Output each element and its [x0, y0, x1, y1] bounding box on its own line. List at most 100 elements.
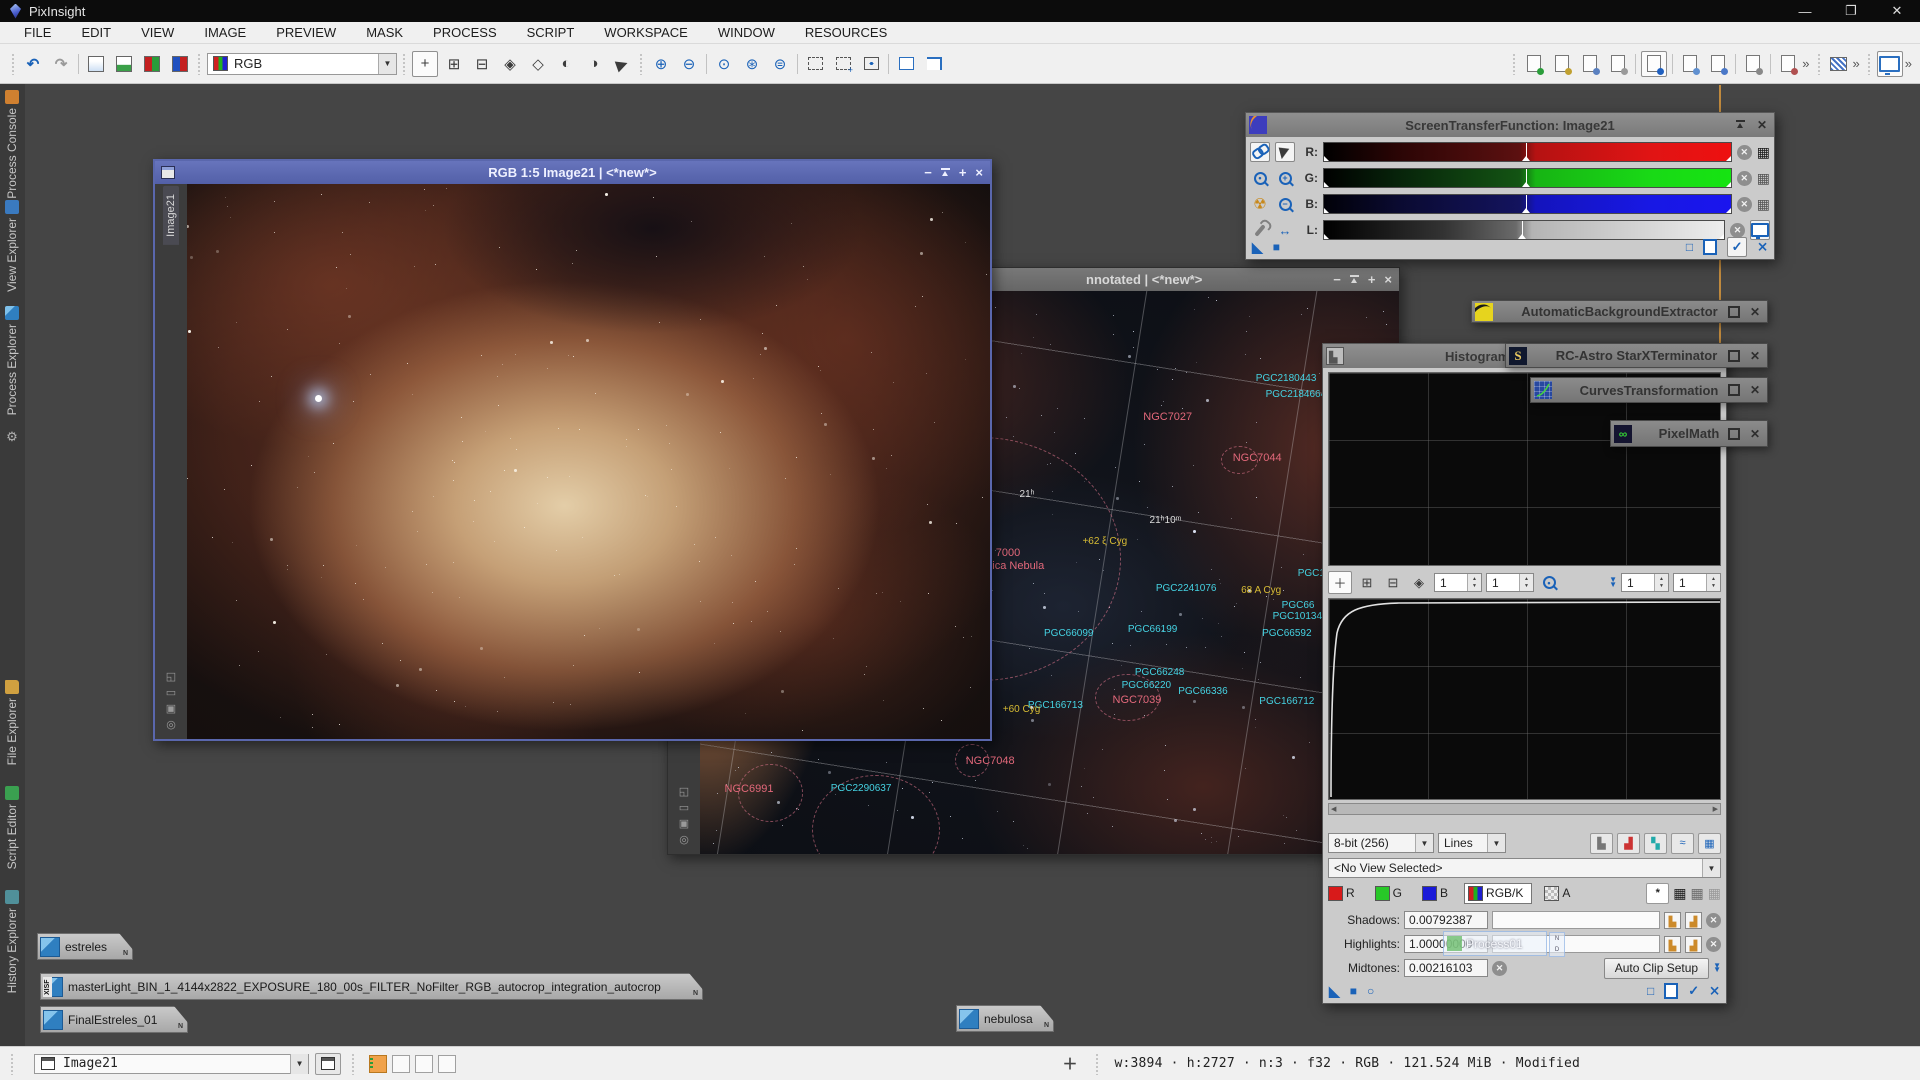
new-preview-icon[interactable] — [803, 52, 827, 76]
reset-collapse-icon[interactable]: ⨯ — [1757, 239, 1768, 255]
zoom-icon[interactable]: + — [1368, 273, 1376, 286]
new-workspace-icon[interactable] — [315, 1053, 341, 1075]
workspace-3[interactable] — [438, 1055, 456, 1073]
dock-tab-process-explorer[interactable]: Process Explorer — [5, 324, 19, 415]
menu-item[interactable]: IMAGE — [204, 25, 246, 40]
reset-green-icon[interactable]: ✕ — [1737, 171, 1752, 186]
stf-toggle-icon[interactable]: ◐ — [554, 52, 578, 76]
new-preview-mode-icon[interactable] — [831, 52, 855, 76]
toolbar-grip[interactable] — [197, 53, 202, 75]
save-image-icon[interactable] — [112, 52, 136, 76]
gear-icon[interactable]: ⚙ — [5, 430, 19, 444]
window-restore-icon[interactable]: ❐ — [1828, 0, 1874, 22]
shadows-slider[interactable] — [1492, 911, 1660, 929]
view-explorer-icon[interactable] — [5, 200, 19, 214]
doc-green-icon[interactable] — [1522, 52, 1546, 76]
histogram-scrollbar[interactable]: ◀ ▶ — [1328, 803, 1721, 815]
stf-panel[interactable]: ScreenTransferFunction: Image21 ✕ R: ✕ ▦… — [1245, 112, 1775, 260]
history-explorer-icon[interactable] — [5, 890, 19, 904]
iconized-window-masterlight[interactable]: masterLight_BIN_1_4144x2822_EXPOSURE_180… — [40, 973, 703, 1000]
doc-history-icon[interactable] — [1741, 52, 1765, 76]
zoom-in-icon[interactable]: ⊕ — [649, 52, 673, 76]
apply-to-screen-icon[interactable] — [1750, 220, 1770, 240]
pixelmath-titlebar[interactable]: ∞ PixelMath ✕ — [1610, 420, 1768, 447]
reset-blue-icon[interactable]: ✕ — [1737, 197, 1752, 212]
realtime-preview-icon[interactable]: ○ — [1367, 984, 1374, 998]
zoom-optimal-icon[interactable]: ⊜ — [768, 52, 792, 76]
new-instance-icon[interactable]: ◣ — [1329, 983, 1340, 1000]
grid-mid-icon[interactable]: ▦ — [1691, 886, 1704, 900]
statusbar-grip[interactable] — [351, 1053, 356, 1075]
doc-close-icon[interactable] — [1776, 52, 1800, 76]
stf-red-slider[interactable] — [1526, 143, 1527, 161]
chevron-down-icon[interactable]: ▼ — [1487, 834, 1505, 852]
target-icon[interactable]: ◎ — [166, 720, 176, 731]
doc-pencil-icon[interactable] — [1550, 52, 1574, 76]
stf-titlebar[interactable]: ScreenTransferFunction: Image21 ✕ — [1246, 113, 1774, 137]
grid-gray-icon[interactable]: ▦ — [1757, 171, 1770, 185]
minimize-icon[interactable]: − — [1333, 273, 1341, 286]
screen-monitor-icon[interactable] — [1877, 51, 1903, 77]
toolbar-overflow-icon[interactable]: » — [1800, 56, 1811, 71]
layers-icon[interactable]: ▣ — [166, 704, 176, 715]
edit-stf-icon[interactable] — [1275, 142, 1295, 162]
doc-up-icon[interactable] — [1578, 52, 1602, 76]
doc-gray-icon[interactable] — [1606, 52, 1630, 76]
doc-icon[interactable] — [1703, 239, 1717, 255]
section-chevron-icon[interactable]: ▼▼ — [1609, 578, 1617, 587]
channel-r[interactable]: R — [1328, 886, 1355, 901]
center-view-icon[interactable]: ◈ — [498, 52, 522, 76]
toolbar-grip[interactable] — [1817, 53, 1822, 75]
arrows-icon[interactable]: ↔ — [1275, 220, 1295, 240]
reset-highlights-icon[interactable]: ✕ — [1706, 937, 1721, 952]
nebula-image[interactable] — [187, 184, 990, 739]
asterisk-icon[interactable]: * — [1646, 883, 1669, 904]
shrink-hist-icon[interactable]: ⊟ — [1382, 572, 1404, 593]
pan-mode-icon[interactable]: + — [412, 51, 438, 77]
stf-red-bar[interactable] — [1323, 142, 1732, 162]
stf-lum-slider[interactable] — [1522, 221, 1523, 239]
zoom-in-stf-icon[interactable]: + — [1275, 168, 1295, 188]
hist-rgb-icon[interactable]: ▟ — [1617, 833, 1640, 854]
midtones-value[interactable]: 0.00216103 — [1404, 959, 1488, 977]
new-instance-icon[interactable]: ◣ — [1252, 239, 1263, 256]
readout-mode-icon[interactable]: ＋ — [1328, 571, 1352, 594]
apply-icon[interactable]: ■ — [1273, 240, 1280, 254]
reset-midtones-icon[interactable]: ✕ — [1492, 961, 1507, 976]
wrench-icon[interactable] — [1250, 220, 1270, 240]
clip-high2-icon[interactable]: ▟ — [1685, 936, 1702, 953]
h-zoom2-stepper[interactable]: 1▲▼ — [1621, 573, 1669, 592]
menu-item[interactable]: WORKSPACE — [604, 25, 688, 40]
dock-tab-view-explorer[interactable]: View Explorer — [5, 218, 19, 292]
h-zoom-stepper[interactable]: 1▲▼ — [1434, 573, 1482, 592]
stf-green-slider[interactable] — [1526, 169, 1527, 187]
auto-clip-setup-button[interactable]: Auto Clip Setup — [1604, 958, 1709, 979]
toolbar-grip[interactable] — [639, 53, 644, 75]
dock-tab-process-console[interactable]: Process Console — [5, 108, 19, 199]
pan-icon[interactable]: ＋ — [1062, 1053, 1077, 1074]
channel-a[interactable]: A — [1544, 886, 1570, 901]
menu-item[interactable]: PROCESS — [433, 25, 497, 40]
toolbar-grip[interactable] — [1512, 53, 1517, 75]
dynamic-crop-icon[interactable] — [922, 52, 946, 76]
menu-item[interactable]: FILE — [24, 25, 51, 40]
iconized-window-estreles[interactable]: estreles N — [37, 933, 133, 960]
process-explorer-icon[interactable] — [5, 306, 19, 320]
active-view-select[interactable]: Image21 ▼ — [34, 1054, 309, 1074]
expand-hist-icon[interactable]: ⊞ — [1356, 572, 1378, 593]
channel-g[interactable]: G — [1375, 886, 1402, 901]
toolbar-grip[interactable] — [402, 53, 407, 75]
grid-gray-icon[interactable]: ▦ — [1757, 197, 1770, 211]
doc-down-icon[interactable] — [1678, 52, 1702, 76]
window-minimize-icon[interactable]: — — [1782, 0, 1828, 22]
curves-titlebar[interactable]: CurvesTransformation ✕ — [1530, 377, 1768, 403]
iconized-window-nebulosa[interactable]: nebulosa N — [956, 1005, 1054, 1032]
zoom-out-icon[interactable]: ⊖ — [677, 52, 701, 76]
script-editor-icon[interactable] — [5, 786, 19, 800]
toolbar-grip[interactable] — [1867, 53, 1872, 75]
undo-icon[interactable]: ↶ — [21, 52, 45, 76]
resolution-select[interactable]: 8-bit (256) ▼ — [1328, 833, 1434, 853]
sxt-titlebar[interactable]: S RC-Astro StarXTerminator ✕ — [1505, 343, 1768, 368]
color-split-br-icon[interactable] — [168, 52, 192, 76]
stf-invert-icon[interactable]: ◑ — [582, 52, 606, 76]
